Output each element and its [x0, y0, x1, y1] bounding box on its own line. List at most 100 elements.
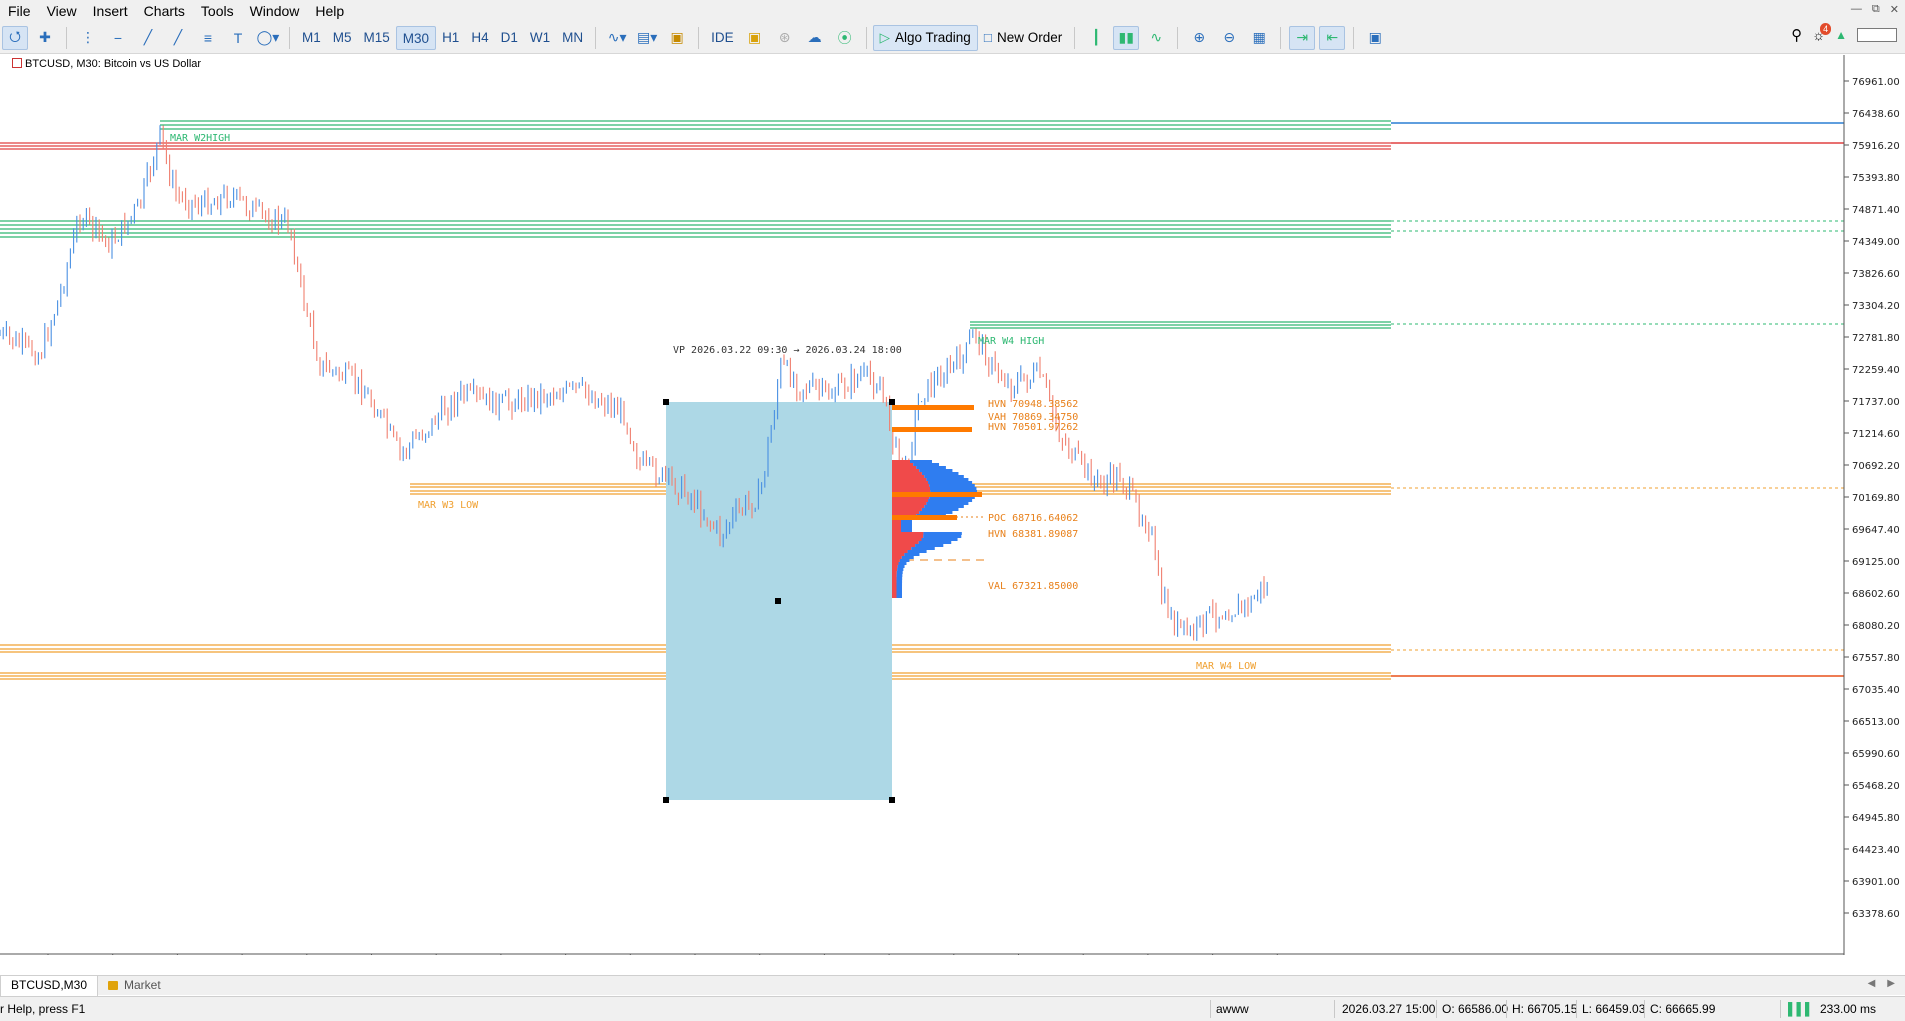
restore-icon[interactable]: ⧉ — [1872, 3, 1880, 16]
search-icon[interactable]: ⚲ — [1791, 26, 1802, 44]
tf-h4[interactable]: H4 — [465, 26, 494, 50]
autoscroll-icon[interactable]: ⇥ — [1289, 25, 1316, 50]
vp-sell-bar — [892, 568, 898, 571]
chart-template-icon[interactable]: ▤▾ — [634, 26, 660, 50]
help-hint: r Help, press F1 — [0, 1002, 86, 1016]
resize-handle — [889, 399, 895, 405]
shapes-icon[interactable]: ◯▾ — [255, 26, 281, 50]
price-tick-label: 75393.80 — [1852, 173, 1900, 184]
hvn1-label: HVN 70948.38562 — [988, 399, 1078, 410]
price-scale[interactable]: 76961.00 76438.60 75916.20 75393.80 74871.40… — [1844, 77, 1900, 920]
vp-sell-bar — [892, 538, 922, 541]
vp-buy-bar — [924, 505, 964, 508]
tf-m15[interactable]: M15 — [358, 26, 396, 50]
menu-insert[interactable]: Insert — [85, 0, 136, 22]
signal-icon[interactable]: ⊛ — [772, 26, 798, 50]
vps-icon[interactable]: ⦿ — [832, 26, 858, 50]
menu-charts[interactable]: Charts — [136, 0, 193, 22]
vp-sell-bar — [892, 595, 897, 598]
tab-market-label: Market — [124, 978, 161, 992]
crosshair-icon[interactable]: ✚ — [32, 26, 58, 50]
vp-buy-bar — [907, 550, 927, 553]
channel-icon[interactable]: ╱ — [165, 26, 191, 50]
line-chart-icon[interactable]: ∿ — [1143, 26, 1169, 50]
indicators-icon[interactable]: ∿▾ — [604, 26, 630, 50]
menu-tools[interactable]: Tools — [193, 0, 242, 22]
chart-shift-icon[interactable]: ⇤ — [1319, 25, 1346, 50]
cursor-tool-icon[interactable]: ⭯ — [2, 25, 28, 50]
market-icon[interactable]: ▣ — [664, 26, 690, 50]
text-tool-icon[interactable]: T — [225, 26, 251, 50]
algo-trading-button[interactable]: ▷ Algo Trading — [872, 24, 978, 51]
close-icon[interactable]: ✕ — [1890, 3, 1899, 16]
ide-button[interactable]: IDE — [705, 26, 740, 50]
chart-window[interactable]: MAR W2HIGH MAR W3 LOW MAR W4 HIGH MAR W4… — [0, 55, 1905, 955]
minimize-icon[interactable]: — — [1851, 3, 1862, 16]
lock-icon[interactable]: ▣ — [742, 26, 768, 50]
menu-help[interactable]: Help — [307, 0, 352, 22]
price-tick-label: 76961.00 — [1852, 77, 1900, 88]
tile-windows-icon[interactable]: ▦ — [1246, 26, 1272, 50]
new-order-label: New Order — [996, 30, 1063, 45]
tf-w1[interactable]: W1 — [524, 26, 556, 50]
bar-chart-icon[interactable]: ┃ — [1083, 26, 1109, 50]
vp-buy-bar — [897, 565, 905, 568]
vp-sell-bar — [892, 469, 920, 472]
vp-buy-bar — [928, 499, 973, 502]
vp-buy-bar — [926, 502, 969, 505]
vertical-line-icon[interactable]: ⋮ — [75, 26, 101, 50]
tab-scroll-right-icon[interactable]: ▶ — [1887, 978, 1895, 989]
new-order-icon: □ — [983, 30, 992, 45]
tf-mn[interactable]: MN — [556, 26, 589, 50]
tf-m30[interactable]: M30 — [395, 25, 437, 50]
tab-market[interactable]: Market — [98, 976, 171, 996]
vp-buy-bar — [915, 544, 944, 547]
volume-input[interactable] — [1857, 28, 1897, 42]
vp-sell-bar — [892, 589, 897, 592]
tf-m5[interactable]: M5 — [327, 26, 358, 50]
zoom-in-icon[interactable]: ⊕ — [1186, 26, 1212, 50]
horizontal-line-icon[interactable]: − — [105, 26, 131, 50]
ping-value: 233.00 ms — [1820, 1002, 1877, 1016]
vp-sell-bar — [892, 550, 908, 553]
vp-sell-bar — [892, 532, 924, 535]
candlestick-icon[interactable]: ▮▮ — [1113, 25, 1140, 50]
vp-buy-bar — [928, 481, 973, 484]
vp-buy-bar — [921, 538, 958, 541]
vp-buy-bar — [919, 469, 953, 472]
vp-buy-bar — [896, 571, 903, 574]
tab-scroll-left-icon[interactable]: ◀ — [1868, 978, 1876, 989]
price-tick-label: 68602.60 — [1852, 589, 1900, 600]
zoom-out-icon[interactable]: ⊖ — [1216, 26, 1242, 50]
trendline-icon[interactable]: ╱ — [135, 26, 161, 50]
tf-h1[interactable]: H1 — [436, 26, 465, 50]
price-chart[interactable]: MAR W2HIGH MAR W3 LOW MAR W4 HIGH MAR W4… — [0, 55, 1905, 955]
vp-sell-bar — [892, 472, 922, 475]
chart-symbol-icon — [12, 58, 22, 68]
poc-label: POC 68716.64062 — [988, 513, 1078, 524]
new-order-button[interactable]: □ New Order — [978, 25, 1068, 51]
vp-buy-bar — [921, 508, 959, 511]
vp-sell-bar — [892, 523, 901, 526]
menu-file[interactable]: File — [0, 0, 39, 22]
vp-sell-bar — [892, 583, 897, 586]
screenshot-icon[interactable]: ▣ — [1362, 26, 1388, 50]
menu-view[interactable]: View — [39, 0, 85, 22]
vp-sell-bar — [892, 502, 927, 505]
vp-sell-bar — [892, 481, 929, 484]
vp-sell-bar — [892, 478, 927, 481]
cloud-icon[interactable]: ☁ — [802, 26, 828, 50]
status-high: H: 66705.15 — [1512, 1002, 1578, 1016]
fibonacci-icon[interactable]: ≡ — [195, 26, 221, 50]
profile-name[interactable]: awww — [1216, 1002, 1249, 1016]
notifications-icon[interactable]: ☼ 4 — [1812, 23, 1832, 43]
tf-m1[interactable]: M1 — [296, 26, 327, 50]
menu-window[interactable]: Window — [242, 0, 308, 22]
chart-tabs: BTCUSD,M30 Market ◀ ▶ — [0, 975, 1905, 996]
vp-buy-bar — [896, 589, 903, 592]
signal-strength-icon[interactable]: ▲ — [1835, 28, 1847, 42]
level-lines — [0, 120, 1844, 680]
tf-d1[interactable]: D1 — [495, 26, 524, 50]
tab-btcusd-m30[interactable]: BTCUSD,M30 — [0, 975, 99, 996]
resize-handle — [775, 598, 781, 604]
